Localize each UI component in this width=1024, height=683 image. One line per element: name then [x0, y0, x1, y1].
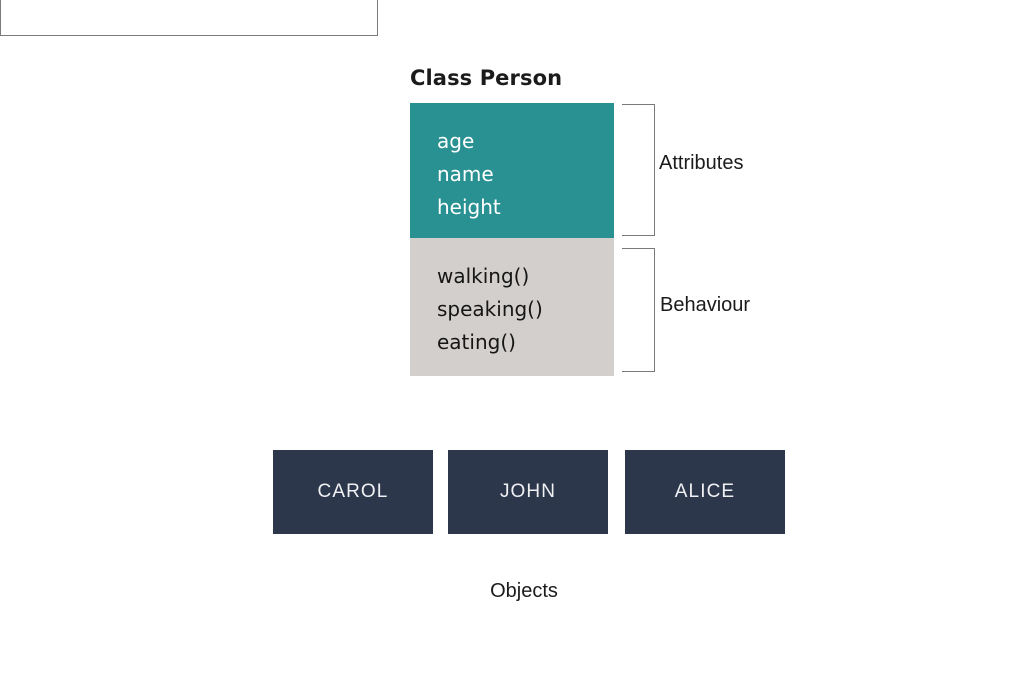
- behaviour-item: speaking(): [437, 297, 543, 321]
- class-behaviour-section: walking() speaking() eating(): [410, 238, 614, 376]
- class-box: age name height walking() speaking() eat…: [410, 103, 614, 376]
- object-box-john: JOHN: [448, 450, 608, 534]
- behaviour-item: eating(): [437, 330, 516, 354]
- attributes-bracket-label: Attributes: [659, 152, 744, 174]
- attributes-bracket: [622, 104, 655, 236]
- behaviour-bracket-label: Behaviour: [660, 294, 751, 316]
- class-title: Class Person: [410, 66, 563, 90]
- object-label: CAROL: [317, 481, 389, 502]
- attribute-item: height: [437, 195, 501, 219]
- class-attributes-section: age name height: [410, 103, 614, 238]
- objects-bracket: [0, 0, 378, 36]
- object-box-alice: ALICE: [625, 450, 785, 534]
- object-box-carol: CAROL: [273, 450, 433, 534]
- objects-bracket-label: Objects: [490, 580, 558, 602]
- behaviour-item: walking(): [437, 264, 530, 288]
- diagram-canvas: Class Person age name height walking() s…: [0, 0, 1024, 683]
- behaviour-bracket: [622, 248, 655, 372]
- object-label: JOHN: [499, 481, 557, 502]
- attribute-item: name: [437, 162, 494, 186]
- object-label: ALICE: [674, 481, 736, 502]
- objects-bracket-label-wrapper: Objects: [0, 580, 1024, 603]
- attribute-item: age: [437, 129, 475, 153]
